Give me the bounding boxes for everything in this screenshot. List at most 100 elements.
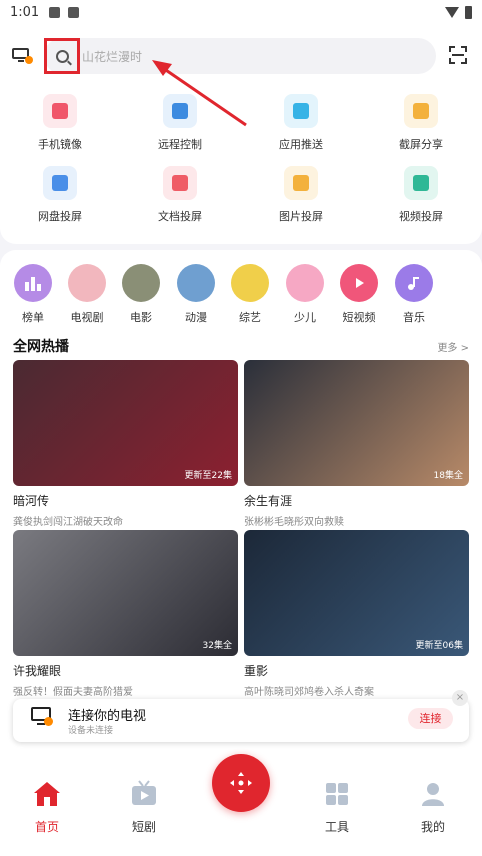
feature-label: 文档投屏 [158,210,202,223]
category-short-video[interactable]: 短视频 [334,264,384,325]
nav-label: 我的 [420,820,445,834]
content-card: 榜单 电视剧 电影 动漫 综艺 少儿 短视频 音乐 全网热播 更多 > 更新至2… [0,250,482,770]
movie-avatar [122,264,160,302]
nav-label: 首页 [34,820,59,834]
search-bar[interactable]: 山花烂漫时 [44,38,436,74]
search-placeholder: 山花烂漫时 [82,49,143,64]
short-video-icon [340,264,378,302]
feature-glyph [293,103,309,119]
episode-badge: 32集全 [202,641,232,651]
scan-corner [461,46,467,52]
system-icons [445,5,472,19]
app-push-icon [284,94,318,128]
feature-video-cast[interactable]: 视频投屏 [376,166,466,224]
scan-corner [449,46,455,52]
remote-control-button[interactable] [212,754,270,812]
category-tv-drama[interactable]: 电视剧 [62,264,112,325]
video-thumbnail[interactable]: 更新至22集 [13,360,238,486]
status-bar: 1:01 [0,0,482,24]
category-label: 电视剧 [70,311,104,324]
category-anime[interactable]: 动漫 [171,264,221,325]
feature-image-cast[interactable]: 图片投屏 [256,166,346,224]
category-label: 电影 [130,311,152,324]
cloud-cast-icon [43,166,77,200]
video-title: 余生有涯 [244,494,293,508]
video-title: 许我耀眼 [13,664,62,678]
feature-phone-mirror[interactable]: 手机镜像 [15,94,105,152]
variety-avatar [231,264,269,302]
video-thumbnail[interactable]: 18集全 [244,360,469,486]
feature-remote-control[interactable]: 远程控制 [135,94,225,152]
music-note-icon [408,277,419,290]
feature-label: 视频投屏 [399,210,443,223]
nav-profile[interactable]: 我的 [403,780,463,835]
category-music[interactable]: 音乐 [389,264,439,325]
video-thumbnail[interactable]: 32集全 [13,530,238,656]
video-subtitle: 高叶陈晓司郊鸠卷入杀人奇案 [244,687,374,698]
scan-button[interactable] [449,46,467,64]
tv-popup-subtitle: 设备未连接 [68,726,114,736]
video-subtitle: 张彬彬毛晓彤双向救赎 [244,517,344,528]
scan-corner [449,58,455,64]
feature-glyph [413,103,429,119]
feature-glyph [172,175,188,191]
nav-label: 工具 [324,820,349,834]
feature-glyph [52,103,68,119]
bottom-nav: 首页 短剧 工具 我的 [0,754,482,856]
music-icon [395,264,433,302]
remote-control-icon [163,94,197,128]
connect-button[interactable]: 连接 [408,708,453,729]
tools-glyph [326,783,348,805]
nav-short-drama[interactable]: 短剧 [114,780,174,835]
feature-glyph [172,103,188,119]
category-label: 少儿 [294,311,316,324]
tv-drama-avatar [68,264,106,302]
close-popup-button[interactable]: × [452,690,468,706]
video-card[interactable]: 更新至06集 重影 高叶陈晓司郊鸠卷入杀人奇案 [244,530,469,698]
warning-dot-icon [44,717,53,726]
tools-icon [323,780,351,808]
feature-app-push[interactable]: 应用推送 [256,94,346,152]
home-icon [33,780,61,808]
nav-label: 短剧 [131,820,156,834]
category-label: 音乐 [403,311,425,324]
feature-glyph [52,175,68,191]
search-icon [55,49,69,63]
search-icon-highlight[interactable] [44,38,80,74]
monitor-stand [18,60,24,62]
play-icon [356,278,364,288]
feature-glyph [413,175,429,191]
feature-label: 图片投屏 [279,210,323,223]
feature-label: 应用推送 [279,138,323,151]
image-cast-icon [284,166,318,200]
category-ranking[interactable]: 榜单 [8,264,58,325]
tv-icon [31,707,55,727]
video-card[interactable]: 更新至22集 暗河传 龚俊执剑闯江湖破天改命 [13,360,238,528]
home-glyph [34,782,60,806]
document-cast-icon [163,166,197,200]
nav-home[interactable]: 首页 [17,780,77,835]
category-label: 综艺 [239,311,261,324]
more-link[interactable]: 更多 > [437,339,469,354]
video-subtitle: 龚俊执剑闯江湖破天改命 [13,517,123,528]
video-thumbnail[interactable]: 更新至06集 [244,530,469,656]
episode-badge: 更新至06集 [415,641,463,651]
cast-device-button[interactable] [12,46,34,66]
feature-cloud-cast[interactable]: 网盘投屏 [15,166,105,224]
warning-dot-icon [25,56,33,64]
short-drama-icon [130,780,158,808]
category-movie[interactable]: 电影 [116,264,166,325]
status-time: 1:01 [10,4,40,20]
feature-label: 截屏分享 [399,138,443,151]
feature-screenshot-share[interactable]: 截屏分享 [376,94,466,152]
video-card[interactable]: 32集全 许我耀眼 强反转！假面夫妻高阶猎爱 [13,530,238,698]
gallery-notification-icon [49,6,61,18]
wifi-icon [445,6,459,18]
nav-tools[interactable]: 工具 [307,780,367,835]
video-card[interactable]: 18集全 余生有涯 张彬彬毛晓彤双向救赎 [244,360,469,528]
category-kids[interactable]: 少儿 [280,264,330,325]
category-variety[interactable]: 综艺 [225,264,275,325]
tv-connect-popup[interactable]: 连接你的电视 设备未连接 连接 [13,699,469,742]
feature-document-cast[interactable]: 文档投屏 [135,166,225,224]
scan-corner [461,58,467,64]
